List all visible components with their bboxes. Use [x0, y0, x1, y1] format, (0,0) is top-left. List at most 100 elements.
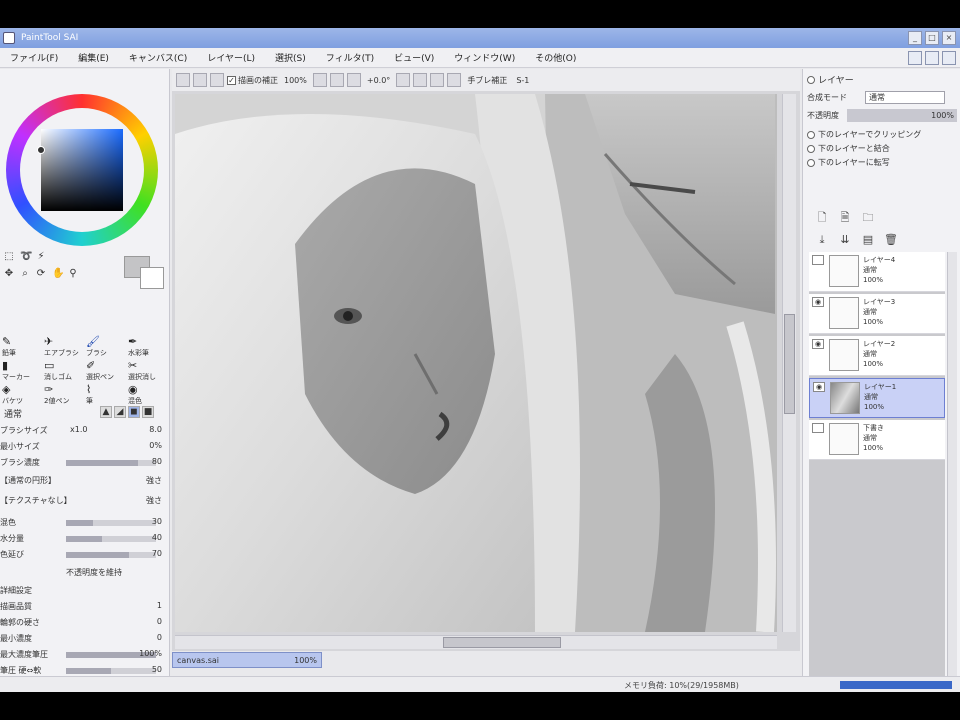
eye-icon[interactable]: ◉ — [813, 382, 825, 392]
eye-icon[interactable] — [812, 423, 824, 433]
pencil-tool[interactable]: ✎ 鉛筆 — [2, 336, 16, 358]
vertical-scroll-thumb[interactable] — [784, 314, 795, 414]
flip-button[interactable] — [447, 73, 462, 87]
zoom-icon[interactable]: ⌕ — [20, 269, 30, 279]
select-all-button[interactable] — [176, 73, 190, 87]
eyedropper-icon[interactable]: ⚲ — [68, 269, 78, 279]
density-slider[interactable] — [66, 460, 156, 466]
eye-icon[interactable]: ◉ — [812, 339, 824, 349]
binary-pen-tool[interactable]: ✑ 2値ペン — [44, 384, 69, 406]
maximize-button[interactable]: □ — [925, 31, 939, 45]
select-pen-tool[interactable]: ✐ 選択ペン — [86, 360, 114, 382]
brush-density-row[interactable]: ブラシ濃度 80 — [0, 456, 168, 470]
blending-slider[interactable] — [66, 520, 156, 526]
antialias-toggle[interactable]: ✓ 描画の補正 — [227, 75, 278, 86]
persistence-slider[interactable] — [66, 552, 156, 558]
opacity-slider[interactable]: 100% — [847, 109, 957, 122]
angle-value[interactable]: +0.0° — [364, 76, 393, 85]
dilution-row[interactable]: 水分量 40 — [0, 532, 168, 546]
pressure-slider[interactable] — [66, 668, 156, 674]
lasso-icon[interactable]: ➰ — [20, 252, 32, 262]
move-icon[interactable]: ✥ — [4, 269, 14, 279]
layer-item-selected[interactable]: ◉ レイヤー1 通常 100% — [809, 378, 945, 418]
doc-restore-button[interactable] — [925, 51, 939, 65]
persistence-row[interactable]: 色延び 70 — [0, 548, 168, 562]
dilution-slider[interactable] — [66, 536, 156, 542]
menu-window[interactable]: ウィンドウ(W) — [444, 51, 525, 64]
menu-other[interactable]: その他(O) — [525, 51, 586, 64]
advanced-settings-row[interactable]: 詳細設定 — [0, 584, 168, 598]
menu-select[interactable]: 選択(S) — [265, 51, 316, 64]
menu-canvas[interactable]: キャンバス(C) — [119, 51, 197, 64]
invert-button[interactable] — [210, 73, 224, 87]
layer-item[interactable]: 下書き 通常 100% — [809, 420, 945, 460]
rotate-right-button[interactable] — [413, 73, 428, 87]
magic-wand-icon[interactable]: ⚡ — [36, 252, 46, 262]
blending-row[interactable]: 混色 30 — [0, 516, 168, 530]
bucket-tool[interactable]: ◈ バケツ — [2, 384, 23, 406]
brush-tool[interactable]: 🖌 ブラシ — [86, 336, 107, 358]
layer-list-scrollbar[interactable] — [947, 252, 957, 692]
minimize-button[interactable]: _ — [908, 31, 922, 45]
clear-layer-icon[interactable]: ▤ — [861, 233, 875, 247]
canvas-horizontal-scrollbar[interactable] — [175, 635, 777, 649]
rotate-icon[interactable]: ⟳ — [36, 269, 46, 279]
airbrush-tool[interactable]: ✈ エアブラシ — [44, 336, 79, 358]
menu-edit[interactable]: 編集(E) — [68, 51, 119, 64]
eye-icon[interactable]: ◉ — [812, 297, 824, 307]
layer-item[interactable]: ◉ レイヤー2 通常 100% — [809, 336, 945, 376]
merge-down-icon[interactable]: ⇊ — [838, 233, 852, 247]
shape-round-icon[interactable]: ◼ — [128, 406, 140, 418]
menu-layer[interactable]: レイヤー(L) — [197, 51, 265, 64]
marker-tool[interactable]: ▮ マーカー — [2, 360, 30, 382]
transfer-down-icon[interactable]: ⤓ — [815, 233, 829, 247]
zoom-value[interactable]: 100% — [281, 76, 310, 85]
max-density-pressure-row[interactable]: 最大濃度筆圧 100% — [0, 648, 168, 662]
brush-shape-row[interactable]: 【通常の円形】 強さ — [0, 474, 168, 488]
blend-tool[interactable]: ◉ 混色 — [128, 384, 142, 406]
delete-layer-icon[interactable]: 🗑 — [884, 233, 898, 247]
secondary-color-swatch[interactable] — [140, 267, 164, 289]
menu-file[interactable]: ファイル(F) — [0, 51, 68, 64]
fude-tool[interactable]: ⌇ 筆 — [86, 384, 100, 406]
keep-opacity-row[interactable]: 不透明度を維持 — [0, 566, 168, 580]
canvas-vertical-scrollbar[interactable] — [782, 94, 796, 632]
select-rect-icon[interactable]: ⬚ — [4, 252, 14, 262]
saturation-value-square[interactable] — [41, 129, 123, 211]
min-density-row[interactable]: 最小濃度 0 — [0, 632, 168, 646]
canvas-area[interactable] — [172, 91, 800, 651]
eraser-tool[interactable]: ▭ 消しゴム — [44, 360, 72, 382]
rotate-reset-button[interactable] — [430, 73, 445, 87]
brush-mode-value[interactable]: 通常 — [0, 407, 22, 420]
hand-icon[interactable]: ✋ — [52, 269, 64, 279]
watercolor-tool[interactable]: ✒ 水彩筆 — [128, 336, 149, 358]
layer-item[interactable]: ◉ レイヤー3 通常 100% — [809, 294, 945, 334]
eye-icon[interactable] — [812, 255, 824, 265]
stabilizer-value[interactable]: S-1 — [513, 76, 532, 85]
new-layer-icon[interactable]: 🗋 — [815, 211, 829, 225]
zoom-reset-button[interactable] — [346, 73, 361, 87]
rotate-left-button[interactable] — [396, 73, 411, 87]
min-size-row[interactable]: 最小サイズ 0% — [0, 440, 168, 454]
shape-square-icon[interactable]: ■ — [142, 406, 154, 418]
quality-row[interactable]: 描画品質 1 — [0, 600, 168, 614]
transfer-option[interactable]: 下のレイヤーに転写 — [807, 157, 890, 168]
artwork-canvas[interactable] — [175, 94, 777, 632]
texture-row[interactable]: 【テクスチャなし】 強さ — [0, 494, 168, 508]
menu-view[interactable]: ビュー(V) — [384, 51, 444, 64]
brush-size-row[interactable]: ブラシサイズ 8.0 x1.0 — [0, 424, 168, 438]
shape-dome-icon[interactable]: ◢ — [114, 406, 126, 418]
horizontal-scroll-thumb[interactable] — [443, 637, 561, 648]
panel-checkbox-icon[interactable] — [807, 75, 815, 84]
doc-close-button[interactable] — [942, 51, 956, 65]
color-marker[interactable] — [37, 146, 45, 154]
close-button[interactable]: × — [942, 31, 956, 45]
zoom-in-button[interactable] — [329, 73, 344, 87]
doc-minimize-button[interactable] — [908, 51, 922, 65]
clipping-option[interactable]: 下のレイヤーでクリッピング — [807, 129, 921, 140]
zoom-out-button[interactable] — [312, 73, 327, 87]
menu-filter[interactable]: フィルタ(T) — [316, 51, 384, 64]
merge-option[interactable]: 下のレイヤーと結合 — [807, 143, 890, 154]
edge-hardness-row[interactable]: 輪郭の硬さ 0 — [0, 616, 168, 630]
layer-item[interactable]: レイヤー4 通常 100% — [809, 252, 945, 292]
